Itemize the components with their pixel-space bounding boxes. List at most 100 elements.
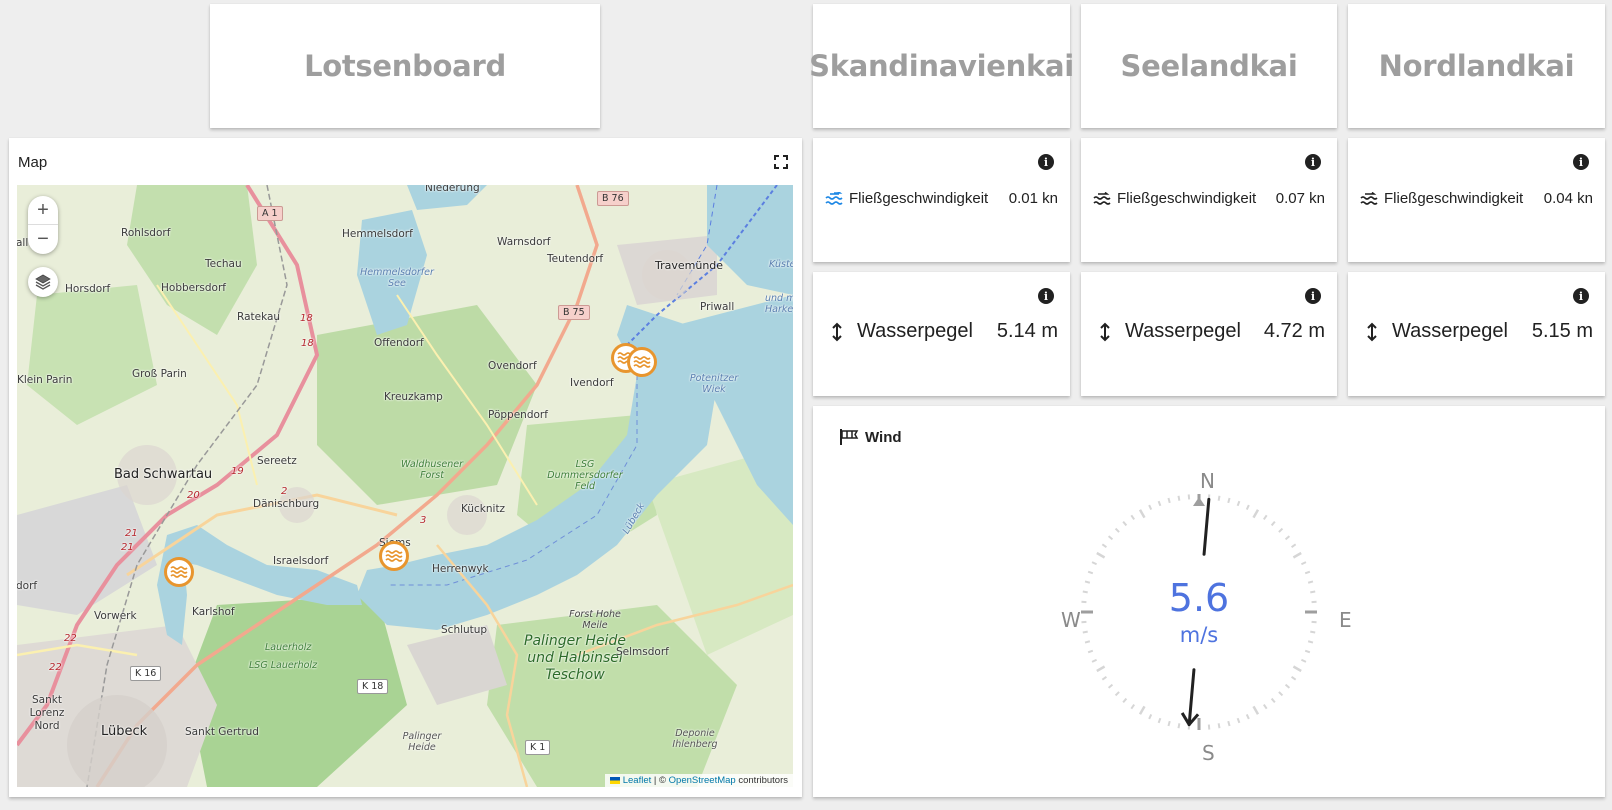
compass-tick: [1304, 649, 1311, 654]
map-label: und mit Harke: [765, 293, 793, 315]
map-label: Ovendorf: [488, 360, 537, 372]
compass-tick: [1310, 630, 1316, 634]
zoom-in-button[interactable]: +: [28, 196, 58, 225]
station-marker[interactable]: [379, 541, 409, 571]
compass-tick: [1087, 649, 1094, 654]
compass-tick: [1122, 520, 1128, 527]
compass-tick: [1252, 509, 1260, 519]
compass-tick: [1101, 543, 1108, 549]
info-icon[interactable]: i: [1038, 288, 1054, 304]
compass-tick: [1148, 713, 1153, 720]
map-label: LSG Lauerholz: [249, 660, 318, 671]
compass-tick: [1107, 535, 1114, 541]
info-icon[interactable]: i: [1305, 288, 1321, 304]
compass-tick: [1245, 713, 1250, 720]
flow-card-skandinavienkai: i Fließgeschwindigkeit 0.01 kn: [813, 138, 1070, 262]
map-label: Forst Hohe Meile: [569, 609, 621, 631]
level-card-skandinavienkai: i Wasserpegel 5.14 m: [813, 272, 1070, 396]
map-label: Ratekau: [237, 311, 281, 323]
compass-tick: [1236, 717, 1241, 724]
compass-tick: [1270, 520, 1276, 527]
station-title-card-seelandkai: Seelandkai: [1081, 4, 1337, 128]
station-marker[interactable]: [627, 347, 657, 377]
layers-button[interactable]: [28, 267, 58, 297]
compass-tick: [1101, 675, 1108, 681]
compass-tick: [1262, 703, 1268, 710]
compass-tick: [1307, 580, 1314, 584]
road-number: 22: [64, 633, 77, 644]
zoom-out-button[interactable]: −: [28, 225, 58, 254]
map-label: Karlshof: [192, 606, 235, 618]
compass-tick: [1290, 675, 1297, 681]
map-label: Herrenwyk: [432, 563, 489, 575]
road-shield: K 1: [525, 740, 551, 755]
level-label: Wasserpegel: [1125, 320, 1241, 342]
compass-tick: [1300, 658, 1307, 663]
road-number: 19: [231, 466, 244, 477]
station-marker[interactable]: [164, 557, 194, 587]
flow-label: Fließgeschwindigkeit: [1117, 190, 1257, 207]
flow-label: Fließgeschwindigkeit: [1384, 190, 1524, 207]
compass-tick: [1284, 535, 1291, 541]
station-title: Nordlandkai: [1378, 49, 1575, 83]
info-icon[interactable]: i: [1305, 154, 1321, 170]
map-label: Küste: [769, 259, 793, 270]
compass-tick: [1107, 683, 1114, 689]
map-label: Hemmelsdorfer See: [360, 267, 434, 289]
layers-icon: [35, 274, 51, 290]
vertical-arrows-icon: [832, 322, 842, 341]
map-label: Pöppendorf: [488, 409, 548, 421]
compass-tick: [1138, 509, 1146, 519]
map-label: Priwall: [700, 301, 735, 313]
compass-tick: [1157, 717, 1162, 724]
road-shield: K 18: [357, 679, 389, 694]
map-label: Ivendorf: [570, 377, 614, 389]
info-icon[interactable]: i: [1573, 288, 1589, 304]
map-label: Schlutup: [441, 624, 488, 636]
station-title-card-skandinavienkai: Skandinavienkai: [809, 4, 1074, 128]
compass-north-label: N: [1200, 469, 1215, 493]
map-label: Offendorf: [374, 337, 424, 349]
compass-tick: [1096, 551, 1106, 559]
compass-tick: [1082, 590, 1088, 594]
compass-tick: [1157, 500, 1162, 507]
flow-card-seelandkai: i Fließgeschwindigkeit 0.07 kn: [1081, 138, 1337, 262]
wind-speed-unit: m/s: [1179, 623, 1219, 647]
compass-tick: [1122, 697, 1128, 704]
compass-tick: [1245, 504, 1250, 511]
map-label: Hemmelsdorf: [342, 228, 413, 240]
map-attribution: Leaflet | © OpenStreetMap contributors: [604, 774, 793, 787]
compass-tick: [1177, 495, 1181, 501]
compass-tick: [1130, 514, 1136, 521]
compass-tick: [1148, 504, 1153, 511]
info-icon[interactable]: i: [1038, 154, 1054, 170]
map-label: Dänischburg: [253, 498, 320, 510]
map-label: Rohlsdorf: [121, 227, 171, 239]
osm-link[interactable]: OpenStreetMap: [669, 775, 736, 786]
road-shield: K 16: [130, 666, 162, 681]
map-label: Waldhusener Forst: [401, 459, 463, 481]
flow-speed-icon: [1360, 191, 1378, 205]
leaflet-link[interactable]: Leaflet: [623, 775, 652, 786]
info-icon[interactable]: i: [1573, 154, 1589, 170]
map-label: Bad Schwartau: [114, 467, 213, 482]
road-shield: B 75: [558, 305, 590, 320]
level-value: 4.72 m: [1263, 320, 1325, 342]
map-label: Kreuzkamp: [384, 391, 443, 403]
compass-tick: [1262, 514, 1268, 521]
map-label: Israelsdorf: [273, 555, 329, 567]
flow-card-nordlandkai: i Fließgeschwindigkeit 0.04 kn: [1348, 138, 1605, 262]
level-value: 5.14 m: [996, 320, 1058, 342]
map-label: Selmsdorf: [616, 646, 669, 658]
map-label: Sereetz: [257, 455, 297, 467]
app-title-card: Lotsenboard: [210, 4, 600, 128]
compass-east-label: E: [1339, 608, 1352, 632]
compass-tick: [1284, 683, 1291, 689]
compass-tick: [1087, 570, 1094, 575]
map-canvas[interactable]: Niederung B 76 A 1 all dorf Rohlsdorf He…: [17, 185, 793, 787]
compass-west-label: W: [1061, 608, 1081, 632]
map-label: Palinger Heide und Halbinsel Teschow: [524, 633, 626, 683]
fullscreen-icon[interactable]: [774, 155, 788, 169]
station-title-card-nordlandkai: Nordlandkai: [1348, 4, 1605, 128]
compass-tick: [1227, 720, 1231, 727]
